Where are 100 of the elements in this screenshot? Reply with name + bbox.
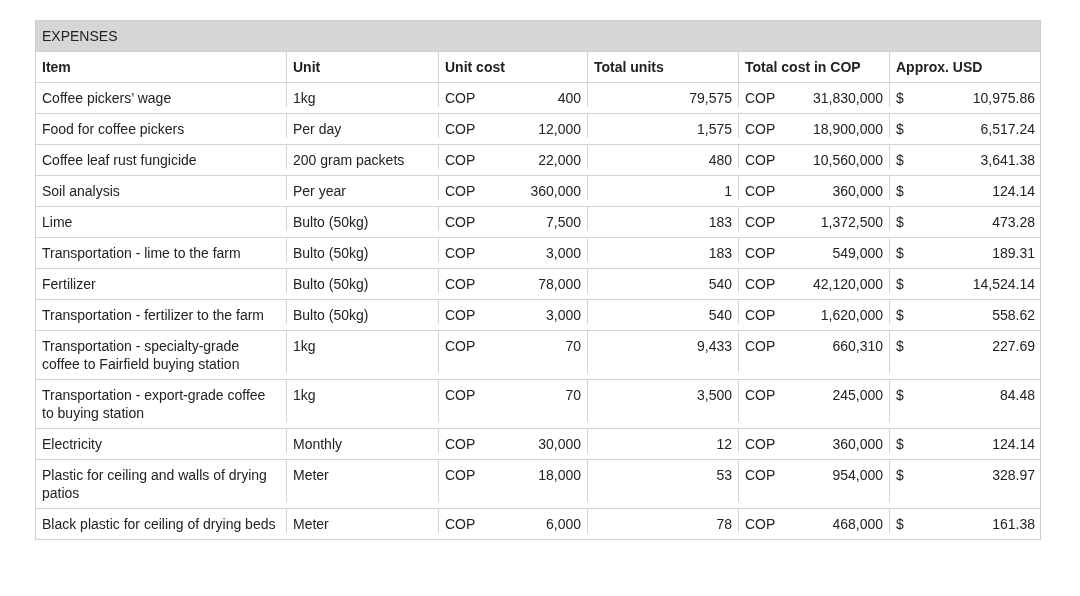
currency-label: $: [896, 89, 904, 107]
currency-label: $: [896, 306, 904, 324]
amount-text: 14,524.14: [972, 275, 1035, 293]
table-cell: 1: [588, 176, 739, 200]
table-cell: Meter: [287, 509, 439, 533]
table-cell: Transportation - export-grade coffee to buying station: [36, 380, 287, 422]
currency-label: COP: [745, 89, 776, 107]
column-header: Approx. USD: [895, 57, 984, 77]
table-cell: Transportation - fertilizer to the farm: [36, 300, 287, 324]
amount-text: 78,000: [538, 275, 581, 293]
amount-text: 22,000: [538, 151, 581, 169]
column-header: Total cost in COP: [739, 52, 890, 82]
amount-text: 468,000: [832, 515, 883, 533]
currency-label: COP: [745, 213, 776, 231]
table-cell: 53: [588, 460, 739, 502]
table-cell: Soil analysis: [36, 176, 287, 200]
amount-text: 227.69: [992, 337, 1035, 356]
amount-text: 189.31: [992, 244, 1035, 262]
currency-label: COP: [445, 213, 476, 231]
currency-label: COP: [745, 306, 776, 324]
currency-label: COP: [745, 120, 776, 138]
amount-text: 360,000: [832, 182, 883, 200]
table-cell: 3,500: [588, 380, 739, 422]
currency-label: COP: [445, 466, 476, 485]
table-cell: Transportation - specialty-grade coffee to Fairfield buying station: [36, 331, 287, 373]
amount-text: 473.28: [992, 213, 1035, 231]
amount-text: 124.14: [992, 435, 1035, 453]
amount-text: 360,000: [832, 435, 883, 453]
table-cell: 183: [588, 207, 739, 231]
table-cell: 1kg: [287, 83, 439, 107]
table-cell: Bulto (50kg): [287, 269, 439, 293]
amount-text: 42,120,000: [812, 275, 883, 293]
amount-text: 360,000: [530, 182, 581, 200]
table-cell: 183: [588, 238, 739, 262]
table-cell: Bulto (50kg): [287, 207, 439, 231]
table-cell: Monthly: [287, 429, 439, 453]
table-cell: 9,433: [588, 331, 739, 373]
currency-label: COP: [445, 275, 476, 293]
column-header: Unit cost: [439, 52, 588, 82]
currency-label: $: [896, 213, 904, 231]
table-cell: Meter: [287, 460, 439, 502]
currency-label: COP: [745, 182, 776, 200]
currency-label: $: [896, 151, 904, 169]
currency-label: $: [896, 244, 904, 262]
currency-label: COP: [745, 435, 776, 453]
amount-text: 30,000: [538, 435, 581, 453]
currency-label: COP: [445, 151, 476, 169]
amount-text: 18,000: [538, 466, 581, 485]
amount-text: 400: [557, 89, 581, 107]
amount-text: 558.62: [992, 306, 1035, 324]
currency-label: $: [896, 182, 904, 200]
amount-text: 161.38: [992, 515, 1035, 533]
column-header: Item: [36, 52, 287, 82]
amount-text: 549,000: [832, 244, 883, 262]
table-cell: Coffee pickers’ wage: [36, 83, 287, 107]
amount-text: 7,500: [545, 213, 581, 231]
table-cell: Transportation - lime to the farm: [36, 238, 287, 262]
amount-text: 6,517.24: [980, 120, 1035, 138]
currency-label: $: [896, 515, 904, 533]
table-cell: Plastic for ceiling and walls of drying patios: [36, 460, 287, 502]
amount-text: 660,310: [832, 337, 883, 356]
amount-text: 12,000: [538, 120, 581, 138]
currency-label: COP: [445, 435, 476, 453]
table-cell: Fertilizer: [36, 269, 287, 293]
table-cell: 540: [588, 300, 739, 324]
amount-text: 6,000: [545, 515, 581, 533]
amount-text: 18,900,000: [812, 120, 883, 138]
currency-label: $: [896, 435, 904, 453]
amount-text: 3,000: [545, 244, 581, 262]
table-title: EXPENSES: [36, 21, 1040, 51]
amount-text: 954,000: [832, 466, 883, 485]
currency-label: $: [896, 120, 904, 138]
table-cell: 1kg: [287, 380, 439, 422]
table-cell: Bulto (50kg): [287, 238, 439, 262]
amount-text: 1,372,500: [820, 213, 883, 231]
currency-label: $: [896, 337, 904, 356]
currency-label: COP: [445, 89, 476, 107]
amount-text: 245,000: [832, 386, 883, 405]
column-header: Total units: [588, 52, 739, 82]
table-cell: Lime: [36, 207, 287, 231]
currency-label: COP: [445, 515, 476, 533]
amount-text: 84.48: [999, 386, 1035, 405]
currency-label: COP: [445, 244, 476, 262]
table-cell: 200 gram packets: [287, 145, 439, 169]
amount-text: 70: [565, 386, 581, 405]
amount-text: 10,975.86: [972, 89, 1035, 107]
currency-label: $: [896, 386, 904, 405]
currency-label: COP: [745, 515, 776, 533]
currency-label: COP: [445, 182, 476, 200]
currency-label: COP: [445, 337, 476, 356]
amount-text: 3,641.38: [980, 151, 1035, 169]
table-cell: 1,575: [588, 114, 739, 138]
currency-label: COP: [445, 386, 476, 405]
table-cell: 480: [588, 145, 739, 169]
amount-text: 328.97: [992, 466, 1035, 485]
table-cell: 79,575: [588, 83, 739, 107]
table-cell: 540: [588, 269, 739, 293]
currency-label: COP: [445, 120, 476, 138]
table-cell: 1kg: [287, 331, 439, 373]
table-cell: Electricity: [36, 429, 287, 453]
